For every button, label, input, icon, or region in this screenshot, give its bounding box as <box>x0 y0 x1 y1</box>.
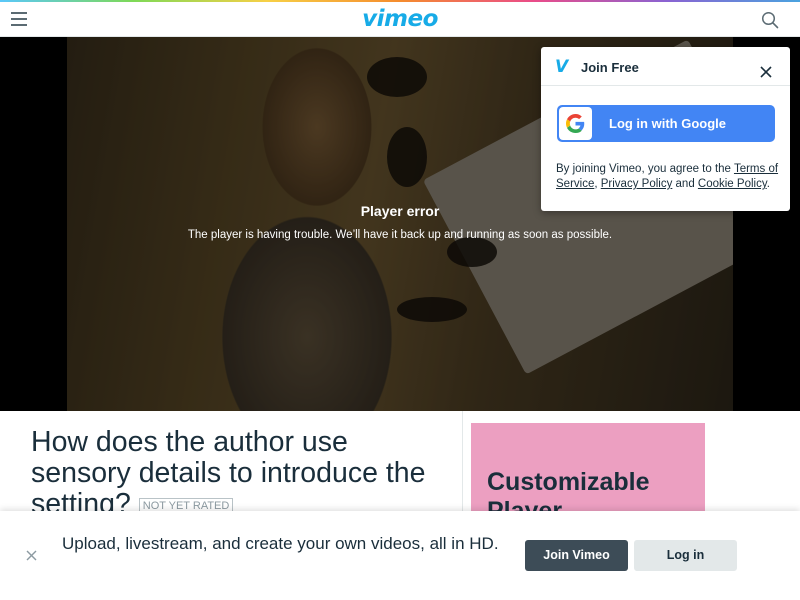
join-free-popup: V Join Free Log in with Google By joinin… <box>541 47 790 211</box>
search-icon[interactable] <box>761 11 779 29</box>
hamburger-menu-icon[interactable] <box>11 12 27 26</box>
player-error-message: The player is having trouble. We’ll have… <box>187 229 613 241</box>
banner-text: Upload, livestream, and create your own … <box>62 534 499 553</box>
privacy-policy-link[interactable]: Privacy Policy <box>601 178 673 190</box>
video-title-area: How does the author use sensory details … <box>0 411 462 511</box>
google-login-label: Log in with Google <box>609 116 726 131</box>
google-login-button[interactable]: Log in with Google <box>557 105 775 142</box>
ad-text: Customizable Player <box>487 468 650 511</box>
google-icon <box>559 107 592 140</box>
signup-banner: Upload, livestream, and create your own … <box>0 511 800 600</box>
join-popup-title: Join Free <box>581 60 639 75</box>
close-icon[interactable] <box>759 65 773 79</box>
cookie-policy-link[interactable]: Cookie Policy <box>698 178 767 190</box>
column-divider <box>462 411 463 511</box>
rating-badge: NOT YET RATED <box>138 498 234 511</box>
join-popup-header: V Join Free <box>541 47 790 86</box>
vimeo-logo[interactable]: vimeo <box>360 4 440 34</box>
video-title: How does the author use sensory details … <box>31 427 451 511</box>
ad-banner[interactable]: Customizable Player <box>471 423 705 511</box>
vimeo-v-icon: V <box>555 57 569 77</box>
join-vimeo-button[interactable]: Join Vimeo <box>525 540 628 571</box>
terms-text: By joining Vimeo, you agree to the Terms… <box>556 163 779 190</box>
close-icon[interactable] <box>26 550 37 561</box>
login-button[interactable]: Log in <box>634 540 737 571</box>
top-navigation: vimeo <box>0 2 800 37</box>
